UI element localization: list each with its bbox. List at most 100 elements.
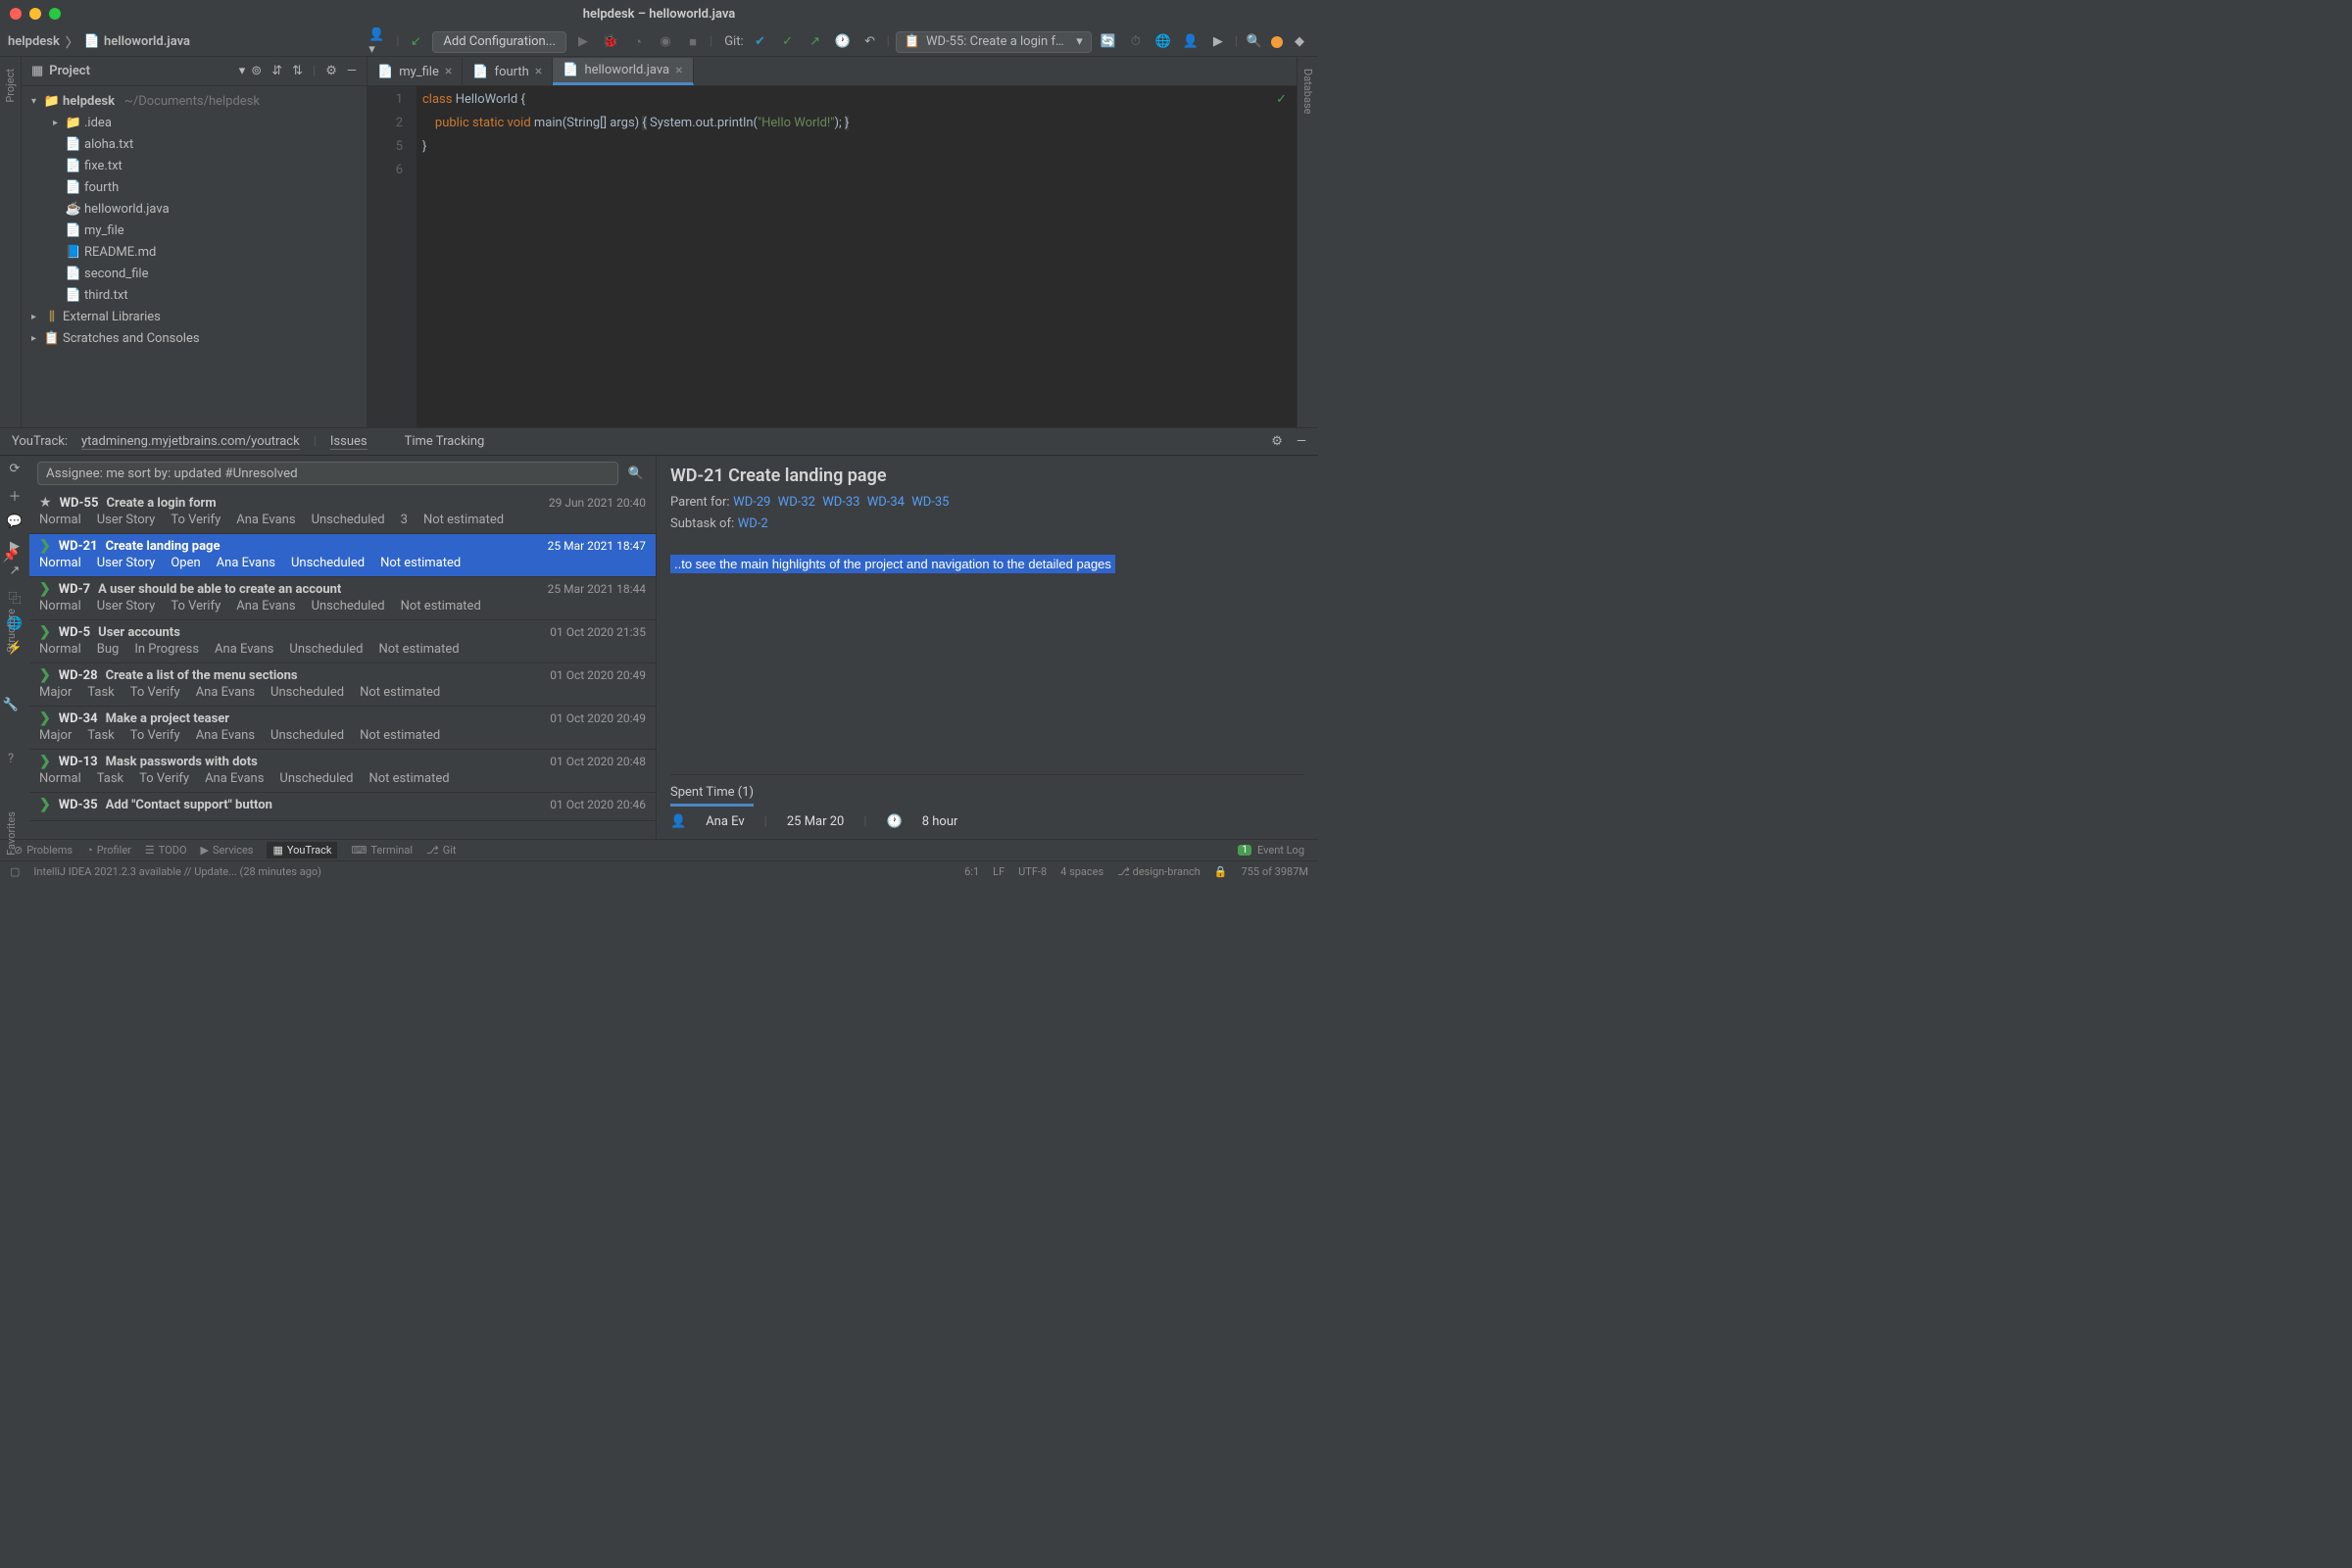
favorites-tab[interactable]: Favorites — [5, 806, 18, 861]
editor-tab[interactable]: 📄fourth× — [463, 58, 553, 85]
tree-item[interactable]: 📄second_file — [22, 263, 367, 284]
tree-item[interactable]: 📄fixe.txt — [22, 155, 367, 176]
time-tracking-tab[interactable]: Time Tracking — [405, 434, 485, 449]
issue-row[interactable]: ❯WD-7A user should be able to create an … — [29, 577, 656, 620]
gear-icon[interactable]: ⚙ — [1271, 434, 1283, 449]
expand-all-icon[interactable]: ⇵ — [271, 64, 282, 78]
avatar-icon[interactable]: 👤 — [1180, 31, 1201, 53]
event-log-tw[interactable]: Event Log — [1257, 844, 1304, 857]
refresh-icon[interactable]: ⟳ — [10, 462, 21, 476]
issue-row[interactable]: ❯WD-5User accounts01 Oct 2020 21:35Norma… — [29, 620, 656, 663]
caret-position[interactable]: 6:1 — [964, 865, 979, 878]
close-tab-icon[interactable]: × — [445, 64, 452, 79]
code-with-me-icon[interactable]: ▶ — [1207, 31, 1229, 53]
run-icon[interactable]: ▶ — [572, 31, 594, 53]
project-tab[interactable]: Project — [4, 63, 17, 109]
parent-link[interactable]: WD-32 — [778, 495, 815, 510]
zoom-window[interactable] — [49, 8, 61, 20]
issue-description[interactable]: ..to see the main highlights of the proj… — [670, 555, 1115, 573]
breadcrumb-project[interactable]: helpdesk — [8, 34, 60, 49]
search-icon[interactable]: 🔍 — [624, 462, 648, 485]
debug-icon[interactable]: 🐞 — [600, 31, 621, 53]
git-undo-icon[interactable]: ↶ — [859, 31, 881, 53]
issue-list[interactable]: ★WD-55Create a login form29 Jun 2021 20:… — [29, 491, 656, 839]
status-message[interactable]: IntelliJ IDEA 2021.2.3 available // Upda… — [33, 865, 321, 878]
tree-item[interactable]: ☕helloworld.java — [22, 198, 367, 220]
comment-icon[interactable]: 💬 — [7, 514, 23, 529]
parent-link[interactable]: WD-29 — [733, 495, 770, 510]
tree-item[interactable]: 📄aloha.txt — [22, 133, 367, 155]
sync-icon[interactable]: 🔄 — [1098, 31, 1119, 53]
search-everywhere-icon[interactable]: 🔍 — [1244, 31, 1265, 53]
issue-row[interactable]: ❯WD-13Mask passwords with dots01 Oct 202… — [29, 750, 656, 793]
youtrack-url[interactable]: ytadmineng.myjetbrains.com/youtrack — [81, 434, 300, 450]
subtask-link[interactable]: WD-2 — [738, 516, 768, 531]
tree-item[interactable]: ▸📁.idea — [22, 112, 367, 133]
project-tree[interactable]: ▾ 📁 helpdesk ~/Documents/helpdesk ▸📁.ide… — [22, 86, 367, 427]
issue-row[interactable]: ❯WD-21Create landing page25 Mar 2021 18:… — [29, 534, 656, 577]
code-content[interactable]: class HelloWorld { public static void ma… — [416, 86, 1297, 427]
services-tw[interactable]: ▶Services — [201, 844, 254, 857]
git-branch[interactable]: ⎇ design-branch — [1117, 865, 1200, 878]
close-tab-icon[interactable]: × — [535, 64, 542, 79]
database-tab[interactable]: Database — [1301, 63, 1314, 120]
problems-tw[interactable]: ⊘Problems — [14, 844, 73, 857]
status-icon[interactable]: ▢ — [10, 865, 20, 878]
coverage-icon[interactable]: ◔ — [627, 31, 649, 53]
git-pull-icon[interactable]: ✔ — [750, 31, 771, 53]
indent-setting[interactable]: 4 spaces — [1060, 865, 1103, 878]
gear-icon[interactable]: ⚙ — [325, 64, 337, 78]
hide-icon[interactable]: — — [347, 64, 357, 78]
profiler-tw[interactable]: ◔Profiler — [86, 844, 131, 857]
tree-item[interactable]: 📄fourth — [22, 176, 367, 198]
arrow-right-icon[interactable]: ▸ — [31, 333, 41, 344]
breadcrumb-file[interactable]: helloworld.java — [104, 34, 190, 49]
notifications-icon[interactable] — [1271, 36, 1283, 48]
tree-item[interactable]: 📘README.md — [22, 241, 367, 263]
issue-row[interactable]: ❯WD-35Add "Contact support" button01 Oct… — [29, 793, 656, 821]
git-tw[interactable]: ⎇Git — [426, 844, 456, 857]
issue-row[interactable]: ❯WD-28Create a list of the menu sections… — [29, 663, 656, 707]
parent-link[interactable]: WD-34 — [867, 495, 905, 510]
task-dropdown[interactable]: 📋 WD-55: Create a login form ▾ — [896, 31, 1092, 53]
hide-icon[interactable]: — — [1297, 434, 1306, 449]
tree-item[interactable]: 📄third.txt — [22, 284, 367, 306]
arrow-right-icon[interactable]: ▸ — [53, 118, 63, 128]
line-separator[interactable]: LF — [993, 865, 1004, 878]
parent-link[interactable]: WD-35 — [911, 495, 949, 510]
arrow-down-icon[interactable]: ▾ — [31, 96, 41, 107]
code-editor[interactable]: 1256 class HelloWorld { public static vo… — [368, 86, 1297, 427]
run-configuration-dropdown[interactable]: Add Configuration... — [432, 31, 566, 53]
issue-search-input[interactable] — [37, 462, 618, 485]
browser-icon[interactable]: 🌐 — [1152, 31, 1174, 53]
editor-tab[interactable]: 📄my_file× — [368, 58, 463, 85]
external-libraries[interactable]: ▸ ⫼ External Libraries — [22, 306, 367, 327]
tree-item[interactable]: 📄my_file — [22, 220, 367, 241]
editor-tab[interactable]: 📄helloworld.java× — [553, 58, 693, 85]
build-icon[interactable]: ↙ — [405, 31, 426, 53]
tree-root[interactable]: ▾ 📁 helpdesk ~/Documents/helpdesk — [22, 90, 367, 112]
pin-icon[interactable]: 📌 — [3, 549, 19, 564]
git-push-icon[interactable]: ↗ — [805, 31, 826, 53]
terminal-tw[interactable]: ⌨Terminal — [351, 844, 413, 857]
collapse-all-icon[interactable]: ⇅ — [292, 64, 303, 78]
git-history-icon[interactable]: 🕐 — [832, 31, 854, 53]
structure-tab[interactable]: Structure — [5, 603, 18, 659]
lock-icon[interactable]: 🔒 — [1214, 865, 1228, 878]
inspections-ok-icon[interactable]: ✓ — [1276, 92, 1287, 107]
wrench-icon[interactable]: 🔧 — [3, 698, 19, 712]
close-window[interactable] — [10, 8, 22, 20]
issue-row[interactable]: ★WD-55Create a login form29 Jun 2021 20:… — [29, 491, 656, 534]
add-icon[interactable]: ＋ — [8, 486, 21, 505]
issue-row[interactable]: ❯WD-34Make a project teaser01 Oct 2020 2… — [29, 707, 656, 750]
file-encoding[interactable]: UTF-8 — [1018, 865, 1047, 878]
stopwatch-icon[interactable]: ⏱ — [1125, 31, 1147, 53]
git-commit-icon[interactable]: ✓ — [777, 31, 799, 53]
star-icon[interactable]: ★ — [39, 495, 52, 511]
issues-tab[interactable]: Issues — [330, 434, 368, 450]
help-icon[interactable]: ? — [8, 752, 14, 766]
locate-icon[interactable]: ⊚ — [251, 64, 262, 78]
user-icon[interactable]: 👤▾ — [368, 31, 390, 53]
todo-tw[interactable]: ☰TODO — [145, 844, 187, 857]
minimize-window[interactable] — [29, 8, 41, 20]
